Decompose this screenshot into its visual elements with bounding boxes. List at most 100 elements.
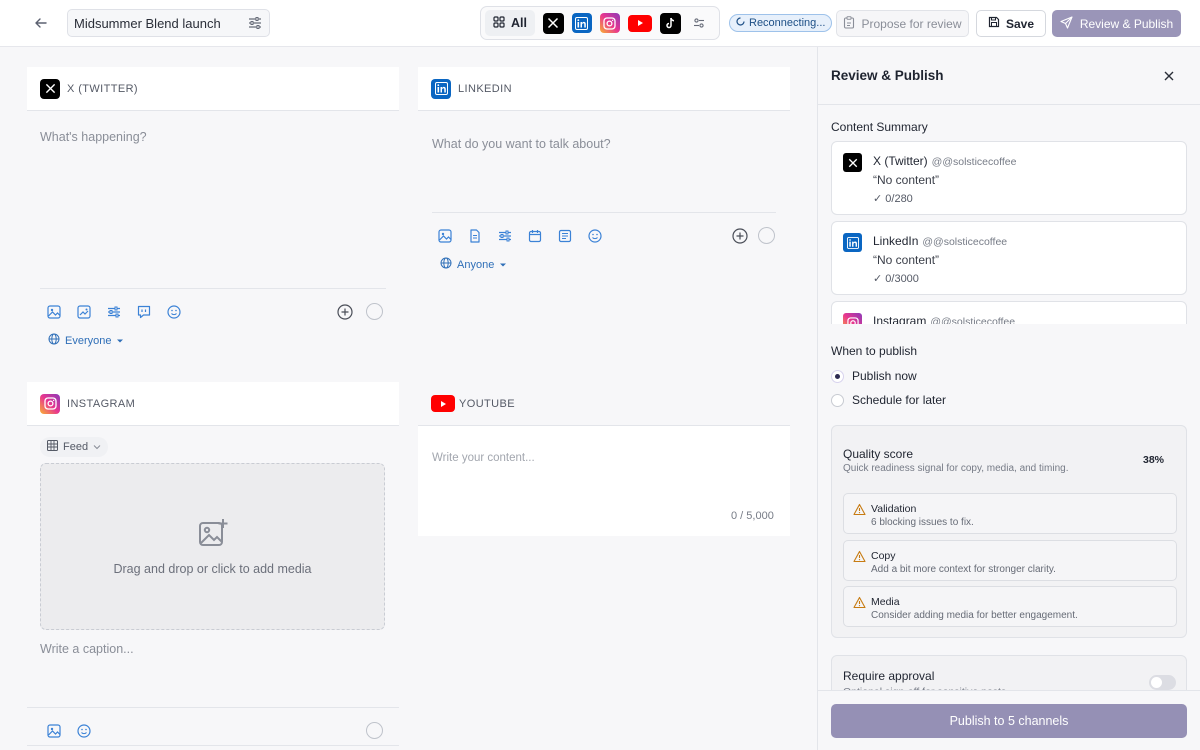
format-label: Feed	[63, 441, 89, 453]
channel-name-text: LinkedIn	[873, 234, 919, 248]
approval-title: Require approval	[843, 669, 935, 683]
summary-list: X (Twitter) @@solsticecoffee “No content”…	[818, 139, 1200, 324]
divider	[432, 212, 776, 213]
chevron-down-icon	[93, 441, 101, 453]
media-dropzone[interactable]: Drag and drop or click to add media	[40, 463, 385, 630]
summary-content: “No content”	[873, 253, 940, 267]
send-icon	[1060, 15, 1073, 32]
add-thread-icon[interactable]	[337, 304, 353, 320]
article-icon[interactable]	[556, 227, 574, 245]
tiktok-icon[interactable]	[659, 12, 681, 34]
audience-label: Everyone	[65, 334, 112, 347]
linkedin-icon	[843, 233, 862, 252]
audience-label: Anyone	[457, 258, 495, 271]
add-post-icon[interactable]	[732, 228, 748, 244]
instagram-format-dropdown[interactable]: Feed	[40, 437, 109, 457]
panel-title: Review & Publish	[831, 68, 944, 83]
youtube-editor-card: YOUTUBE Write your content... 0 / 5,000	[418, 382, 790, 536]
calendar-icon[interactable]	[526, 227, 544, 245]
sliders-icon[interactable]	[247, 15, 263, 31]
summary-channel-name: LinkedIn @@solsticecoffee	[873, 234, 1007, 248]
grid-icon	[493, 15, 505, 31]
globe-icon	[48, 333, 60, 348]
all-channels-button[interactable]: All	[485, 10, 535, 36]
review-and-publish-button[interactable]: Review & Publish	[1052, 10, 1181, 37]
character-ring-indicator	[366, 722, 383, 739]
instagram-card-header: INSTAGRAM	[27, 382, 399, 426]
warning-icon	[853, 503, 866, 516]
summary-char-count: ✓ 0/3000	[873, 273, 919, 285]
caption-input[interactable]: Write a caption...	[40, 642, 134, 656]
divider	[27, 745, 399, 746]
adjust-icon[interactable]	[496, 227, 514, 245]
post-title-field[interactable]: Midsummer Blend launch	[67, 9, 270, 37]
publish-now-option[interactable]: Publish now	[831, 369, 917, 383]
twitter-audience-dropdown[interactable]: Everyone	[48, 333, 124, 348]
warning-icon	[853, 550, 866, 563]
radio-unselected[interactable]	[831, 393, 844, 407]
schedule-later-option[interactable]: Schedule for later	[831, 393, 946, 407]
summary-channel-name: Instagram @@solsticecoffee	[873, 314, 1015, 324]
close-icon[interactable]	[1161, 68, 1177, 84]
quality-percent: 38%	[1142, 454, 1164, 466]
twitter-text-input[interactable]: What's happening?	[40, 130, 147, 144]
quality-item-desc: Add a bit more context for stronger clar…	[871, 564, 1056, 575]
account-handle: @@solsticecoffee	[930, 316, 1016, 324]
panel-footer: Publish to 5 channels	[818, 690, 1200, 750]
image-icon[interactable]	[436, 227, 454, 245]
save-label: Save	[1005, 16, 1035, 31]
emoji-icon[interactable]	[75, 722, 93, 740]
emoji-icon[interactable]	[165, 303, 183, 321]
x-twitter-icon	[40, 78, 60, 99]
quality-item-desc: Consider adding media for better engagem…	[871, 610, 1078, 621]
filter-settings-icon[interactable]	[689, 13, 710, 34]
summary-card-instagram[interactable]: Instagram @@solsticecoffee	[831, 301, 1187, 324]
quality-subtitle: Quick readiness signal for copy, media, …	[843, 463, 1069, 474]
save-button[interactable]: Save	[976, 10, 1046, 37]
instagram-icon[interactable]	[599, 13, 620, 33]
linkedin-icon[interactable]	[571, 13, 592, 33]
dropzone-text: Drag and drop or click to add media	[113, 562, 312, 576]
option-label: Schedule for later	[852, 393, 947, 407]
youtube-text-input[interactable]: Write your content...	[432, 452, 535, 464]
channel-selector: All	[480, 6, 720, 40]
back-arrow-icon[interactable]	[31, 13, 51, 33]
panel-header: Review & Publish	[818, 47, 1200, 105]
content-summary-title: Content Summary	[831, 120, 928, 134]
propose-for-review-button[interactable]: Propose for review	[836, 10, 969, 37]
summary-card-twitter[interactable]: X (Twitter) @@solsticecoffee “No content”…	[831, 141, 1187, 215]
linkedin-editor-card: LINKEDIN What do you want to talk about?…	[418, 67, 790, 287]
image-icon[interactable]	[45, 722, 63, 740]
divider	[27, 707, 399, 708]
emoji-icon[interactable]	[586, 227, 604, 245]
adjust-icon[interactable]	[105, 303, 123, 321]
radio-selected[interactable]	[831, 369, 844, 383]
x-twitter-icon[interactable]	[542, 12, 564, 34]
youtube-icon[interactable]	[627, 14, 652, 32]
linkedin-audience-dropdown[interactable]: Anyone	[440, 257, 507, 272]
youtube-channel-label: YOUTUBE	[459, 397, 515, 410]
youtube-icon	[431, 395, 455, 412]
linkedin-text-input[interactable]: What do you want to talk about?	[432, 137, 611, 151]
quality-item-validation[interactable]: Validation 6 blocking issues to fix.	[843, 493, 1177, 534]
top-bar: Midsummer Blend launch All Reconnecting.…	[0, 0, 1200, 47]
document-icon[interactable]	[466, 227, 484, 245]
approval-toggle[interactable]	[1149, 675, 1176, 690]
connection-status-badge: Reconnecting...	[729, 14, 833, 32]
quality-item-copy[interactable]: Copy Add a bit more context for stronger…	[843, 540, 1177, 581]
publish-button[interactable]: Publish to 5 channels	[831, 704, 1187, 738]
warning-icon	[853, 596, 866, 609]
quote-icon[interactable]	[135, 303, 153, 321]
summary-card-linkedin[interactable]: LinkedIn @@solsticecoffee “No content” ✓ …	[831, 221, 1187, 295]
propose-label: Propose for review	[861, 16, 962, 31]
character-ring-indicator	[366, 303, 383, 320]
all-label: All	[511, 16, 527, 30]
instagram-channel-label: INSTAGRAM	[67, 397, 136, 410]
quality-item-media[interactable]: Media Consider adding media for better e…	[843, 586, 1177, 627]
gif-icon[interactable]	[75, 303, 93, 321]
image-icon[interactable]	[45, 303, 63, 321]
instagram-toolbar	[45, 722, 93, 740]
when-to-publish-title: When to publish	[831, 344, 918, 358]
twitter-editor-card: X (TWITTER) What's happening? Everyone	[27, 67, 399, 355]
quality-item-desc: 6 blocking issues to fix.	[871, 517, 974, 528]
